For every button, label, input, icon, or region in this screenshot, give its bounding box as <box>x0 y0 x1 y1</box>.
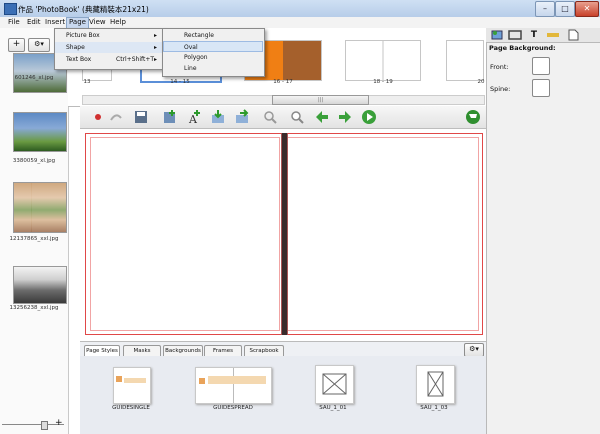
spine-label: Spine: <box>490 85 511 93</box>
left-page[interactable] <box>90 137 280 331</box>
front-color-swatch[interactable] <box>532 57 550 75</box>
add-page-icon[interactable] <box>162 109 178 125</box>
page-spread-thumbnail[interactable] <box>446 40 484 81</box>
text-tab-icon[interactable]: T <box>527 29 541 41</box>
zoom-in-icon[interactable] <box>289 109 305 125</box>
style-caption: GUIDESINGLE <box>112 405 150 411</box>
spine-color-swatch[interactable] <box>532 79 550 97</box>
photo-caption: 13256238_xxl.jpg <box>9 305 59 311</box>
zoom-in-icon[interactable]: + <box>55 418 63 428</box>
close-button[interactable]: ✕ <box>575 1 599 17</box>
import-icon[interactable] <box>210 109 226 125</box>
spread-caption: 13 <box>83 79 91 85</box>
menu-help[interactable]: Help <box>108 18 128 27</box>
menu-rectangle[interactable]: Rectangle <box>163 30 263 41</box>
add-text-icon[interactable]: A <box>186 109 202 125</box>
image-placeholder-icon <box>322 373 347 395</box>
style-caption: SAU_1_03 <box>420 405 448 411</box>
page-spread-thumbnail[interactable] <box>345 40 421 81</box>
spread-caption: 16 - 17 <box>273 79 293 85</box>
page-style-thumbnail[interactable] <box>416 365 455 404</box>
app-icon <box>4 3 17 15</box>
export-icon[interactable] <box>234 109 250 125</box>
next-icon[interactable] <box>337 109 353 125</box>
page-style-thumbnail[interactable] <box>195 367 272 404</box>
menu-text-box[interactable]: Text Box Ctrl+Shift+T ▸ <box>55 54 163 65</box>
menu-edit[interactable]: Edit <box>25 18 43 27</box>
menu-picture-box[interactable]: Picture Box ▸ <box>55 30 163 41</box>
photo-thumbnail[interactable] <box>13 182 67 233</box>
zoom-out-icon[interactable] <box>262 109 278 125</box>
window-title: 作品 'PhotoBook' (典藏精裝本21x21) <box>18 5 149 14</box>
maximize-button[interactable]: □ <box>555 1 575 17</box>
spread-caption: 18 - 19 <box>373 79 393 85</box>
style-caption: GUIDESPREAD <box>213 405 253 411</box>
book-spine <box>281 133 288 335</box>
menu-file[interactable]: File <box>6 18 22 27</box>
background-tab-icon[interactable] <box>490 29 504 41</box>
menu-view[interactable]: View <box>87 18 108 27</box>
save-icon[interactable] <box>133 109 149 125</box>
submenu-arrow-icon: ▸ <box>154 56 158 63</box>
menu-oval[interactable]: Oval <box>163 41 263 52</box>
guide-figure <box>116 376 122 382</box>
menu-polygon[interactable]: Polygon <box>163 52 263 63</box>
previous-icon[interactable] <box>314 109 330 125</box>
styles-settings-button[interactable]: ⚙▾ <box>464 343 484 357</box>
guide-note <box>208 376 266 384</box>
spread-caption: 14 - 15 <box>170 79 190 85</box>
page-tab-icon[interactable] <box>566 29 580 41</box>
image-placeholder-icon <box>427 371 444 397</box>
cart-icon[interactable] <box>465 109 481 125</box>
photo-thumbnail[interactable] <box>13 266 67 304</box>
photo-settings-button[interactable]: ⚙▾ <box>28 38 50 52</box>
photo-caption: 3380059_xl.jpg <box>12 158 56 164</box>
page-style-thumbnail[interactable] <box>113 367 151 404</box>
front-label: Front: <box>490 63 509 71</box>
page-strip-scroll-thumb[interactable]: ||| <box>272 95 369 105</box>
minimize-button[interactable]: – <box>535 1 555 17</box>
play-icon[interactable] <box>361 109 377 125</box>
photo-thumbnail[interactable] <box>13 112 67 152</box>
submenu-arrow-icon: ▸ <box>154 32 158 39</box>
line-tab-icon[interactable] <box>546 29 560 41</box>
spread-caption: 20 <box>477 79 485 85</box>
page-background-title: Page Background: <box>489 44 556 52</box>
zoom-slider-handle[interactable] <box>41 421 48 430</box>
guide-figure <box>199 378 205 384</box>
record-icon[interactable] <box>90 109 106 125</box>
photo-caption: 601246_xl.jpg <box>14 75 54 81</box>
right-page[interactable] <box>287 137 479 331</box>
menu-shape[interactable]: Shape ▸ <box>55 42 163 53</box>
style-caption: SAU_1_01 <box>319 405 347 411</box>
menu-insert[interactable]: Insert <box>43 18 67 27</box>
submenu-arrow-icon: ▸ <box>154 44 158 51</box>
add-photo-button[interactable]: + <box>8 38 25 52</box>
menu-line[interactable]: Line <box>163 63 263 74</box>
photo-caption: 12137865_xxl.jpg <box>9 236 59 242</box>
frame-tab-icon[interactable] <box>508 29 522 41</box>
page-style-thumbnail[interactable] <box>315 365 354 404</box>
redo-icon[interactable] <box>108 109 124 125</box>
guide-note <box>124 378 146 383</box>
